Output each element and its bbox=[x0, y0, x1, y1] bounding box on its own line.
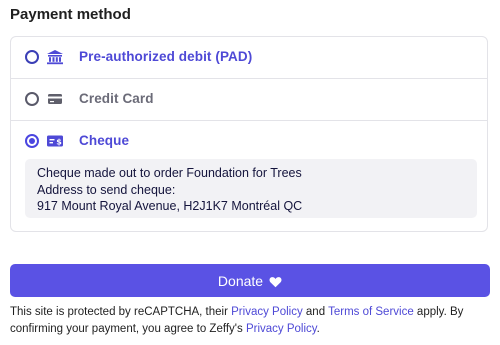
radio-credit-card[interactable] bbox=[25, 92, 39, 106]
footer-text-4: . bbox=[316, 323, 320, 335]
section-title: Payment method bbox=[10, 6, 131, 23]
donate-button-label: Donate bbox=[217, 272, 264, 289]
privacy-policy-link[interactable]: Privacy Policy bbox=[231, 306, 303, 318]
cheque-instructions: Cheque made out to order Foundation for … bbox=[25, 159, 477, 218]
heart-icon bbox=[269, 275, 282, 287]
option-pad[interactable]: Pre-authorized debit (PAD) bbox=[11, 37, 487, 79]
credit-card-icon bbox=[46, 91, 64, 107]
recaptcha-notice: This site is protected by reCAPTCHA, the… bbox=[10, 304, 490, 338]
option-cheque[interactable]: $ Cheque Cheque made out to order Founda… bbox=[11, 121, 487, 231]
option-credit-card[interactable]: Credit Card bbox=[11, 79, 487, 121]
cheque-icon: $ bbox=[46, 133, 64, 149]
option-cheque-label: Cheque bbox=[79, 133, 130, 148]
footer-text-2: and bbox=[302, 306, 329, 318]
cheque-payee-line: Cheque made out to order Foundation for … bbox=[37, 166, 302, 180]
donate-button[interactable]: Donate bbox=[10, 264, 490, 297]
option-credit-card-label: Credit Card bbox=[79, 91, 154, 106]
option-pad-label: Pre-authorized debit (PAD) bbox=[79, 49, 253, 64]
radio-pad[interactable] bbox=[25, 50, 39, 64]
svg-text:$: $ bbox=[56, 137, 62, 146]
cheque-address-line: 917 Mount Royal Avenue, H2J1K7 Montréal … bbox=[37, 199, 303, 213]
cheque-address-heading: Address to send cheque: bbox=[37, 182, 176, 197]
payment-method-section: Payment method Pre-authorized debit (PAD… bbox=[0, 0, 500, 345]
radio-cheque[interactable] bbox=[25, 134, 39, 148]
payment-options-list: Pre-authorized debit (PAD) Credit Card $… bbox=[10, 36, 488, 232]
bank-icon bbox=[46, 49, 64, 65]
zeffy-privacy-policy-link[interactable]: Privacy Policy bbox=[246, 323, 317, 335]
terms-of-service-link[interactable]: Terms of Service bbox=[328, 306, 414, 318]
footer-text-1: This site is protected by reCAPTCHA, the… bbox=[10, 306, 232, 318]
